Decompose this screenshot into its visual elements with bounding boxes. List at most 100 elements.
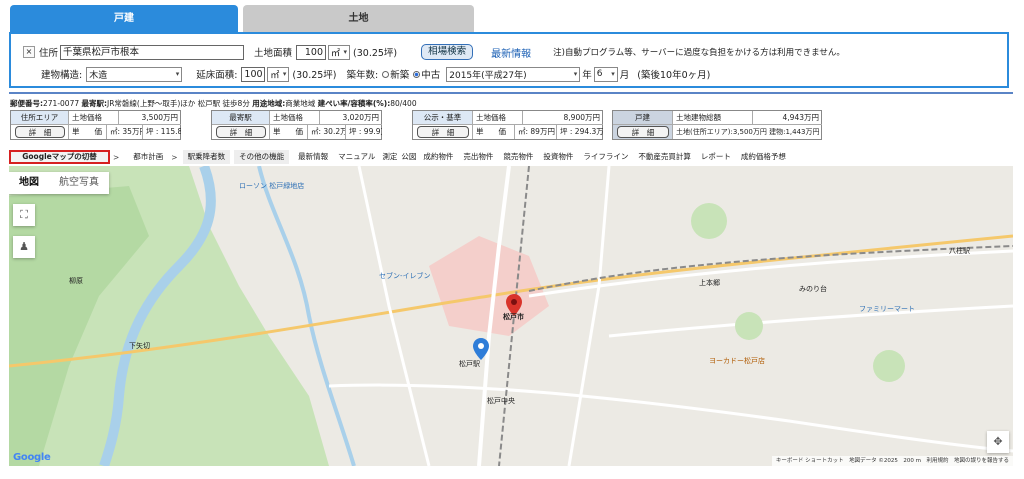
chevron-down-icon: ▾ bbox=[282, 70, 287, 78]
map-label-lawson: ローソン 松戸緑地店 bbox=[239, 182, 305, 190]
floor-area-input[interactable]: 100 bbox=[241, 66, 266, 82]
map-label-yanagihara: 柳原 bbox=[69, 277, 83, 285]
zoning-value: 商業地域 bbox=[285, 99, 316, 108]
ratio-label: 建ぺい率/容積率(%): bbox=[317, 99, 391, 108]
map-type-map-button[interactable]: 地図 bbox=[9, 172, 49, 194]
address-label: 住所 bbox=[39, 48, 59, 59]
ratio-value: 80/400 bbox=[390, 99, 417, 108]
toolbar-price-prediction[interactable]: 成約価格予想 bbox=[736, 150, 791, 164]
toolbar-other-features[interactable]: その他の機能 bbox=[234, 150, 290, 164]
toolbar-investment-properties[interactable]: 投資物件 bbox=[538, 150, 578, 164]
chevron-down-icon: ▾ bbox=[175, 70, 180, 78]
month-suffix: 月 bbox=[619, 70, 630, 81]
station-value: JR常磐線(上野〜取手)ほか 松戸駅 徒歩8分 bbox=[107, 99, 250, 108]
detail-button[interactable]: 詳 細 bbox=[617, 126, 669, 138]
google-map-switch-button[interactable]: Googleマップの切替 bbox=[9, 150, 110, 164]
radio-new[interactable] bbox=[382, 70, 390, 78]
camera-control-icon[interactable]: ✥ bbox=[987, 431, 1009, 453]
summary-block-house: 戸建 土地建物総額 4,943万円 詳 細 土地(住所エリア):3,500万円 … bbox=[612, 110, 822, 140]
age-label: 築年数: bbox=[346, 70, 379, 81]
address-input[interactable]: 千葉県松戸市根本 bbox=[60, 44, 245, 60]
toolbar-manual[interactable]: マニュアル bbox=[333, 150, 380, 164]
toolbar-listed-properties[interactable]: 売出物件 bbox=[458, 150, 498, 164]
map-type-toggle: 地図 航空写真 bbox=[9, 172, 109, 194]
toolbar-report[interactable]: レポート bbox=[696, 150, 736, 164]
fullscreen-icon[interactable]: ⛶ bbox=[13, 204, 35, 226]
tab-house[interactable]: 戸建 bbox=[10, 5, 238, 32]
land-area-label: 土地面積 bbox=[254, 48, 293, 59]
market-search-button[interactable]: 相場検索 bbox=[421, 44, 474, 60]
toolbar-transaction-calculator[interactable]: 不動産売買計算 bbox=[633, 150, 696, 164]
map-type-satellite-button[interactable]: 航空写真 bbox=[49, 172, 109, 194]
chevron-right-icon: > bbox=[171, 152, 178, 162]
unit-price-tsubo: 坪 : 294.3万円 bbox=[560, 127, 603, 136]
land-area-unit-select[interactable]: ㎡ ▾ bbox=[328, 44, 351, 60]
usage-notice: 注)自動プログラム等、サーバーに過度な負担をかける方は利用できません。 bbox=[553, 48, 845, 58]
land-area-unit-value: ㎡ bbox=[331, 48, 341, 59]
chevron-down-icon: ▾ bbox=[573, 70, 578, 78]
map-label-station: 松戸駅 bbox=[459, 360, 480, 368]
year-select[interactable]: 2015年(平成27年) ▾ bbox=[446, 66, 581, 82]
land-price-label: 土地価格 bbox=[69, 111, 119, 125]
land-price-value: 3,020万円 bbox=[320, 111, 382, 125]
pegman-icon[interactable]: ♟ bbox=[13, 236, 35, 258]
month-select[interactable]: 6 ▾ bbox=[593, 66, 618, 82]
map-label-matsudo-chuo: 松戸中央 bbox=[487, 397, 515, 405]
structure-value: 木造 bbox=[89, 70, 108, 81]
floor-area-unit-value: ㎡ bbox=[270, 70, 280, 81]
search-form: × 住所 千葉県松戸市根本 土地面積 100 ㎡ ▾ (30.25坪) 相場検索 … bbox=[9, 32, 1009, 88]
toolbar-station-passengers[interactable]: 駅乗降者数 bbox=[182, 150, 231, 164]
map-view[interactable]: 松戸市 松戸駅 上本郷 みのり台 八柱駅 松戸中央 ヨーカドー松戸店 ローソン … bbox=[9, 166, 1013, 466]
radio-used-label: 中古 bbox=[421, 70, 441, 81]
block-header: 最寄駅 bbox=[212, 111, 270, 125]
building-age-text: (築後10年0ヶ月) bbox=[637, 70, 711, 81]
radio-new-label: 新築 bbox=[390, 70, 410, 81]
total-price-value: 4,943万円 bbox=[753, 111, 822, 125]
floor-area-tsubo: (30.25坪) bbox=[292, 70, 337, 81]
year-suffix: 年 bbox=[582, 70, 592, 81]
detail-button[interactable]: 詳 細 bbox=[216, 126, 266, 138]
map-label-yokado: ヨーカドー松戸店 bbox=[709, 357, 765, 365]
land-price-value: 3,500万円 bbox=[119, 111, 181, 125]
clear-address-button[interactable]: × bbox=[23, 46, 35, 58]
unit-price-sqm: ㎡: 30.2万円 bbox=[308, 125, 346, 139]
radio-used[interactable] bbox=[413, 70, 421, 78]
floor-area-label: 延床面積: bbox=[196, 70, 238, 81]
land-area-input[interactable]: 100 bbox=[296, 44, 327, 60]
toolbar-measure[interactable]: 測定 bbox=[380, 150, 399, 164]
toolbar-auction-properties[interactable]: 競売物件 bbox=[498, 150, 538, 164]
toolbar-latest-info[interactable]: 最新情報 bbox=[293, 150, 333, 164]
tab-land[interactable]: 土地 bbox=[243, 5, 474, 32]
land-price-label: 土地価格 bbox=[270, 111, 320, 125]
page-root: 戸建 土地 × 住所 千葉県松戸市根本 土地面積 100 ㎡ ▾ (30.25坪)… bbox=[0, 0, 1024, 479]
postal-label: 郵便番号: bbox=[10, 99, 43, 108]
property-info-line: 郵便番号:271-0077 最寄駅:JR常磐線(上野〜取手)ほか 松戸駅 徒歩8… bbox=[10, 98, 417, 109]
toolbar-lifeline[interactable]: ライフライン bbox=[578, 150, 633, 164]
map-label-familymart: ファミリーマート bbox=[859, 305, 915, 313]
floor-area-unit-select[interactable]: ㎡ ▾ bbox=[267, 66, 290, 82]
toolbar-sold-properties[interactable]: 成約物件 bbox=[418, 150, 458, 164]
price-breakdown: 土地(住所エリア):3,500万円 建物:1,443万円 bbox=[676, 128, 820, 136]
detail-button[interactable]: 詳 細 bbox=[417, 126, 469, 138]
chevron-down-icon: ▾ bbox=[611, 70, 615, 78]
map-label-minoridai: みのり台 bbox=[799, 285, 827, 293]
detail-button[interactable]: 詳 細 bbox=[15, 126, 65, 138]
unit-price-label: 単 価 bbox=[69, 125, 107, 139]
map-label-shimoyakiri: 下矢切 bbox=[129, 342, 150, 350]
zoning-label: 用途地域: bbox=[252, 99, 286, 108]
google-logo: Google bbox=[13, 452, 51, 463]
unit-price-sqm: ㎡: 89万円 bbox=[515, 125, 557, 139]
map-label-seven-eleven: セブン-イレブン bbox=[379, 272, 431, 280]
toolbar-city-planning[interactable]: 都市計画 bbox=[128, 150, 169, 164]
latest-info-link[interactable]: 最新情報 bbox=[491, 45, 531, 60]
unit-price-label: 単 価 bbox=[270, 125, 308, 139]
toolbar-cadastral-map[interactable]: 公図 bbox=[399, 150, 418, 164]
station-label: 最寄駅: bbox=[81, 99, 108, 108]
total-price-label: 土地建物総額 bbox=[673, 111, 753, 125]
map-toolbar: Googleマップの切替 > 都市計画 > 駅乗降者数 その他の機能 最新情報 … bbox=[9, 150, 1013, 164]
unit-price-label: 単 価 bbox=[473, 125, 515, 139]
summary-block-address: 住所エリア 土地価格 3,500万円 詳 細 単 価 ㎡: 35万円 坪 : 1… bbox=[10, 110, 181, 140]
land-price-label: 土地価格 bbox=[473, 111, 523, 125]
block-header: 住所エリア bbox=[11, 111, 69, 125]
structure-select[interactable]: 木造 ▾ bbox=[86, 66, 183, 82]
